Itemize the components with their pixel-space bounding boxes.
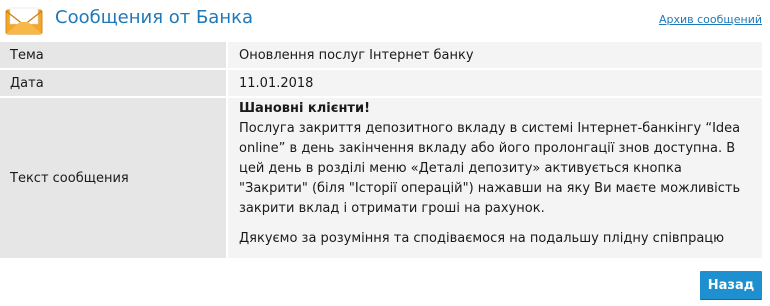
- message-text-row: Текст сообщения Шановні клієнти! Послуга…: [0, 98, 762, 260]
- date-value: 11.01.2018: [228, 70, 762, 96]
- archive-link[interactable]: Архив сообщений: [659, 13, 762, 26]
- envelope-icon: [5, 7, 43, 35]
- message-table: Тема Оновлення послуг Інтернет банку Дат…: [0, 42, 762, 260]
- subject-row: Тема Оновлення послуг Інтернет банку: [0, 42, 762, 70]
- message-text-label: Текст сообщения: [0, 98, 228, 258]
- subject-value: Оновлення послуг Інтернет банку: [228, 42, 762, 68]
- message-body: Послуга закриття депозитного вкладу в си…: [239, 121, 741, 216]
- page-header: Сообщения от Банка Архив сообщений: [0, 0, 770, 38]
- message-thanks: Дякуємо за розуміння та сподіваємося на …: [239, 231, 725, 246]
- message-greeting: Шановні клієнти!: [239, 101, 370, 116]
- subject-label: Тема: [0, 42, 228, 68]
- date-row: Дата 11.01.2018: [0, 70, 762, 98]
- date-label: Дата: [0, 70, 228, 96]
- back-button[interactable]: Назад: [700, 271, 762, 299]
- message-text-value: Шановні клієнти! Послуга закриття депози…: [228, 98, 762, 258]
- page-title: Сообщения от Банка: [55, 7, 254, 28]
